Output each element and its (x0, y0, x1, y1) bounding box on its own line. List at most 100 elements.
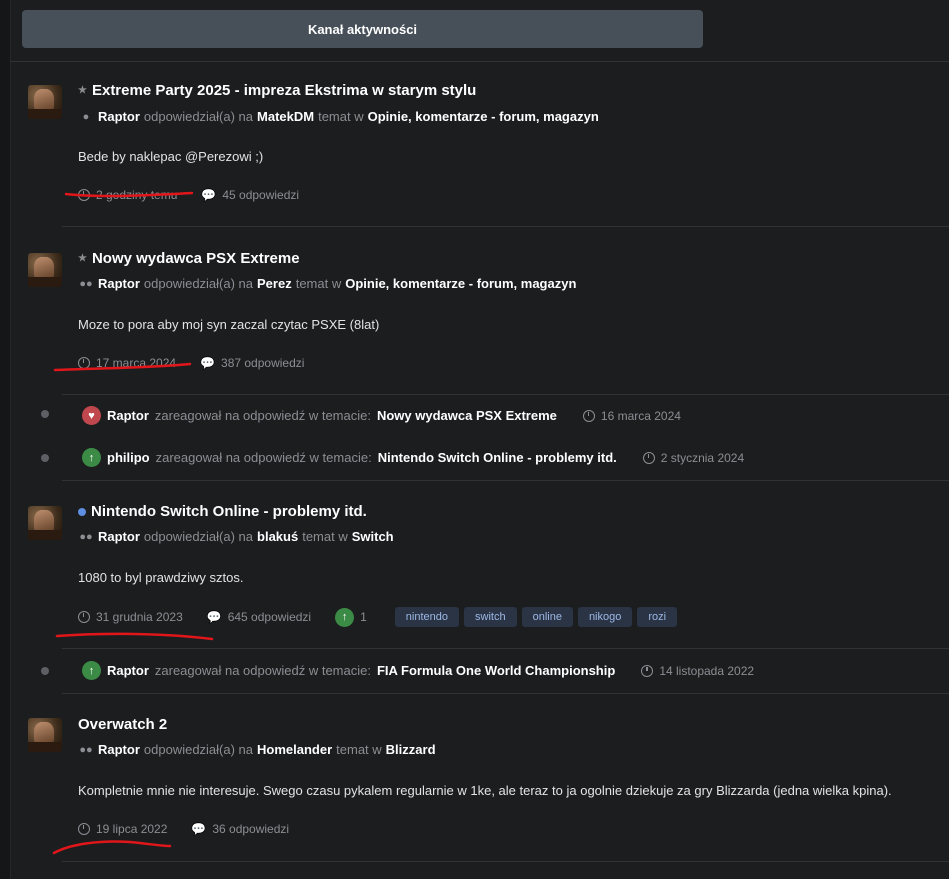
target-user-link[interactable]: Perez (257, 276, 292, 291)
red-underline-annotation (53, 362, 192, 372)
reply-count: 45 odpowiedzi (222, 188, 300, 202)
timeline-dot (41, 454, 49, 462)
reaction-topic-link[interactable]: FIA Formula One World Championship (377, 663, 615, 678)
topic-word: temat w (295, 276, 342, 291)
reaction-date-text[interactable]: 2 stycznia 2024 (661, 451, 744, 465)
reaction-topic-link[interactable]: Nintendo Switch Online - problemy itd. (378, 450, 617, 465)
reaction-item: ↑ Raptor zareagował na odpowiedź w temac… (82, 661, 754, 680)
reply-count: 645 odpowiedzi (227, 610, 312, 624)
author-link[interactable]: Raptor (98, 276, 140, 291)
tag[interactable]: rozi (637, 607, 678, 627)
post-body: Kompletnie mnie nie interesuje. Swego cz… (78, 783, 892, 798)
forum-link[interactable]: Blizzard (386, 742, 436, 757)
reaction-date-text[interactable]: 14 listopada 2022 (659, 664, 754, 678)
post-title-text[interactable]: Nintendo Switch Online - problemy itd. (91, 503, 367, 520)
tag[interactable]: online (521, 607, 573, 627)
comment-icon: ● (82, 110, 90, 123)
reaction-text: zareagował na odpowiedź w temacie: (154, 408, 371, 423)
avatar[interactable] (28, 85, 62, 119)
reaction-user-link[interactable]: Raptor (107, 663, 149, 678)
unread-indicator-icon (78, 507, 86, 516)
comments-icon: 💬 (200, 356, 216, 370)
action-text: odpowiedział(a) na (143, 742, 254, 757)
reaction-user-link[interactable]: Raptor (107, 408, 149, 423)
avatar[interactable] (28, 253, 62, 287)
post-meta: ● Raptor odpowiedział(a) na MatekDM tema… (78, 109, 599, 124)
tag[interactable]: nintendo (394, 607, 460, 627)
heart-icon: ♥ (82, 406, 101, 425)
target-user-link[interactable]: Homelander (257, 742, 332, 757)
reaction-topic-link[interactable]: Nowy wydawca PSX Extreme (377, 408, 557, 423)
topic-word: temat w (302, 529, 348, 544)
reaction-date: 2 stycznia 2024 (642, 451, 744, 465)
action-text: odpowiedział(a) na (143, 276, 254, 291)
action-text: odpowiedział(a) na (143, 529, 254, 544)
author-link[interactable]: Raptor (98, 742, 140, 757)
tag[interactable]: nikogo (577, 607, 633, 627)
reaction-date: 16 marca 2024 (582, 409, 681, 423)
comments-icon: 💬 (201, 188, 217, 202)
post-title[interactable]: ★ Extreme Party 2025 - impreza Ekstrima … (78, 82, 476, 99)
divider (62, 693, 949, 694)
clock-icon (582, 409, 595, 422)
tag[interactable]: switch (464, 607, 517, 627)
upvote-count: 1 (360, 610, 367, 624)
comment-icon: ●● (79, 277, 93, 290)
post-body: Moze to pora aby moj syn zaczal czytac P… (78, 317, 380, 332)
divider (62, 394, 949, 395)
post-title-text[interactable]: Nowy wydawca PSX Extreme (92, 250, 300, 267)
action-text: odpowiedział(a) na (143, 109, 254, 124)
forum-link[interactable]: Switch (352, 529, 394, 544)
clock-icon (78, 611, 90, 623)
tag-list: nintendo switch online nikogo rozi (394, 607, 682, 627)
divider (10, 61, 949, 62)
avatar[interactable] (28, 718, 62, 752)
comments-icon: 💬 (191, 822, 207, 836)
clock-icon (641, 664, 654, 677)
forum-link[interactable]: Opinie, komentarze - forum, magazyn (345, 276, 576, 291)
forum-link[interactable]: Opinie, komentarze - forum, magazyn (368, 109, 599, 124)
post-title[interactable]: Overwatch 2 (78, 716, 167, 733)
red-underline-annotation (64, 191, 194, 198)
comments-icon: 💬 (206, 610, 222, 624)
author-link[interactable]: Raptor (98, 109, 140, 124)
red-underline-annotation (52, 840, 172, 855)
divider (62, 648, 949, 649)
reply-count: 36 odpowiedzi (212, 822, 290, 836)
reaction-text: zareagował na odpowiedź w temacie: (154, 663, 371, 678)
post-title[interactable]: Nintendo Switch Online - problemy itd. (78, 503, 367, 520)
post-title-text[interactable]: Overwatch 2 (78, 716, 167, 733)
post-footer: 19 lipca 2022 💬 36 odpowiedzi (78, 822, 289, 836)
upvote-icon: ↑ (82, 661, 101, 680)
target-user-link[interactable]: MatekDM (257, 109, 314, 124)
post-meta: ●● Raptor odpowiedział(a) na Perez temat… (78, 276, 576, 291)
post-meta: ●● Raptor odpowiedział(a) na blakuś tema… (78, 529, 394, 544)
post-body: 1080 to byl prawdziwy sztos. (78, 570, 244, 585)
star-icon: ★ (78, 85, 87, 96)
comment-icon: ●● (79, 743, 93, 756)
red-underline-annotation (55, 632, 214, 641)
topic-word: temat w (336, 742, 382, 757)
star-icon: ★ (78, 253, 87, 264)
activity-feed-button[interactable]: Kanał aktywności (22, 10, 703, 48)
post-title-text[interactable]: Extreme Party 2025 - impreza Ekstrima w … (92, 82, 476, 99)
target-user-link[interactable]: blakuś (257, 529, 298, 544)
comment-icon: ●● (79, 530, 93, 543)
post-body: Bede by naklepac @Perezowi ;) (78, 149, 264, 164)
clock-icon (78, 823, 90, 835)
post-time[interactable]: 31 grudnia 2023 (96, 610, 183, 624)
clock-icon (642, 451, 655, 464)
reaction-item: ♥ Raptor zareagował na odpowiedź w temac… (82, 406, 681, 425)
divider (62, 480, 949, 481)
upvote-icon: ↑ (335, 607, 355, 627)
author-link[interactable]: Raptor (98, 529, 140, 544)
reaction-date-text[interactable]: 16 marca 2024 (601, 409, 681, 423)
reaction-date: 14 listopada 2022 (641, 664, 754, 678)
post-title[interactable]: ★ Nowy wydawca PSX Extreme (78, 250, 300, 267)
reaction-user-link[interactable]: philipo (107, 450, 150, 465)
upvote-icon: ↑ (82, 448, 101, 467)
post-time[interactable]: 19 lipca 2022 (96, 822, 167, 836)
avatar[interactable] (28, 506, 62, 540)
reaction-item: ↑ philipo zareagował na odpowiedź w tema… (82, 448, 744, 467)
post-footer: 31 grudnia 2023 💬 645 odpowiedzi ↑ 1 nin… (78, 607, 682, 627)
